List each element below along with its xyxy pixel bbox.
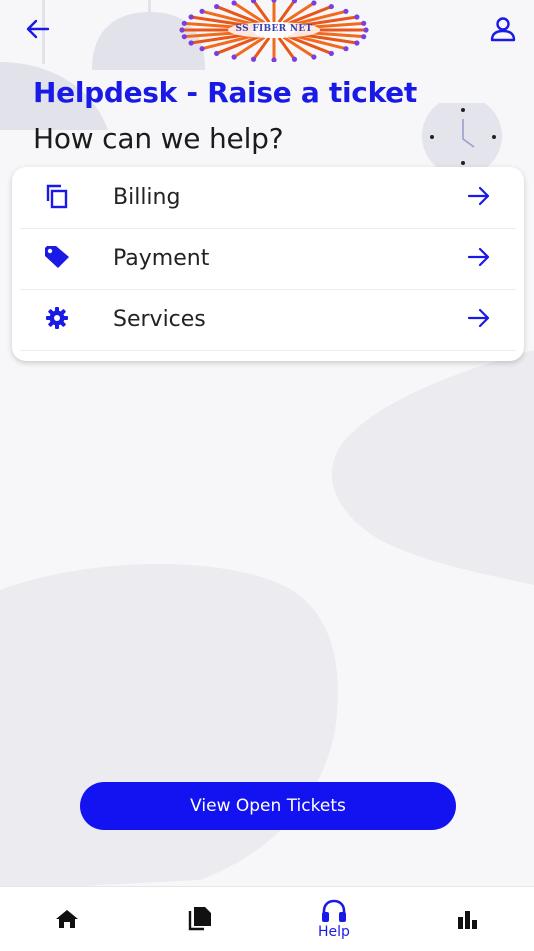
logo-dot [188,14,194,20]
logo-dot [214,3,220,10]
nav-documents[interactable] [160,887,240,951]
brand-logo: SS FIBER NET [176,0,372,63]
logo-dot [181,34,187,40]
logo-dot [199,8,205,14]
nav-home[interactable] [27,887,107,951]
top-bar: SS FIBER NET [0,0,534,63]
logo-dot [354,40,360,46]
back-button[interactable] [20,14,54,44]
arrow-right-icon [464,303,494,333]
clock-illustration [422,103,502,169]
page-title: Helpdesk - Raise a ticket [33,76,417,109]
category-services[interactable]: Services [20,289,516,351]
view-open-tickets-button[interactable]: View Open Tickets [80,782,456,830]
logo-dot [231,54,237,60]
logo-dot [311,0,317,6]
logo-dot [328,50,334,57]
headphones-icon [322,899,346,922]
logo-dot [291,56,298,62]
category-label: Services [113,307,206,332]
logo-dot [343,8,349,14]
logo-dot [361,34,367,40]
arrow-right-icon [464,242,494,272]
arrow-right-icon [464,181,494,211]
documents-icon [188,906,211,930]
profile-button[interactable] [486,14,520,44]
nav-reports[interactable] [427,887,507,951]
bottom-navigation: Help [0,886,534,951]
copy-icon [42,181,72,211]
logo-dot [354,14,360,20]
logo-dot [231,0,237,6]
logo-dot [214,50,220,57]
tag-icon [42,242,72,272]
person-icon [490,17,516,42]
category-label: Payment [113,246,210,271]
nav-help[interactable]: Help [294,887,374,951]
logo-dot [328,3,334,10]
ticket-category-list: Billing Payment Services [12,167,524,361]
logo-dot [188,40,194,46]
logo-dot [250,56,257,62]
logo-text: SS FIBER NET [235,24,313,34]
logo-dot [271,0,277,3]
nav-label: Help [318,923,350,940]
category-billing[interactable]: Billing [20,167,516,229]
logo-dot [199,46,205,52]
arrow-left-icon [26,19,50,39]
category-label: Billing [113,185,181,210]
logo-dot [271,57,277,63]
category-payment[interactable]: Payment [20,228,516,290]
logo-dot [343,46,349,52]
bar-chart-icon [458,910,477,929]
home-icon [56,909,78,928]
logo-dot [311,54,317,60]
page-subtitle: How can we help? [33,122,284,155]
gear-icon [42,303,72,333]
